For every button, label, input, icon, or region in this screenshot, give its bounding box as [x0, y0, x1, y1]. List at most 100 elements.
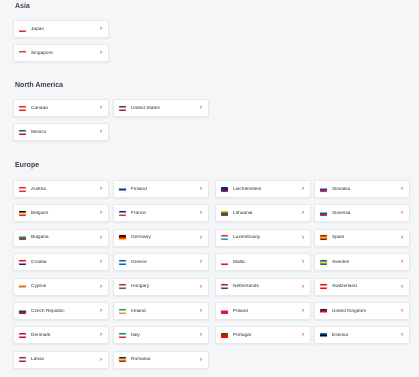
- country-item-belgium[interactable]: Belgium ›: [13, 204, 109, 223]
- country-item-czech-republic[interactable]: Czech Republic ›: [13, 302, 109, 320]
- chevron-right-icon: ›: [200, 259, 202, 266]
- chevron-right-icon: ›: [401, 210, 403, 217]
- chevron-right-icon: ›: [302, 332, 304, 339]
- country-item-poland[interactable]: Poland ›: [215, 302, 311, 320]
- country-item-canada[interactable]: Canada ›: [13, 99, 109, 117]
- country-item-slovenia[interactable]: Slovenia ›: [314, 204, 410, 223]
- malta-flag-icon: [221, 259, 228, 265]
- switzerland-flag-icon: [320, 284, 327, 290]
- italy-flag-icon: [119, 332, 126, 338]
- chevron-right-icon: ›: [302, 259, 304, 266]
- country-item-ireland[interactable]: Ireland ›: [113, 302, 209, 320]
- country-name: Mexico: [31, 129, 47, 135]
- country-name: United Kingdom: [332, 308, 367, 314]
- netherlands-flag-icon: [221, 284, 228, 290]
- canada-flag-icon: [19, 105, 26, 111]
- chevron-right-icon: ›: [100, 210, 102, 217]
- country-item-luxembourg[interactable]: Luxembourg ›: [215, 228, 311, 247]
- country-name: Netherlands: [233, 284, 259, 290]
- country-item-finland[interactable]: Finland ›: [113, 180, 209, 198]
- country-item-united-kingdom[interactable]: United Kingdom ›: [314, 302, 410, 320]
- region-title-europe: Europe: [15, 162, 40, 169]
- country-item-greece[interactable]: Greece ›: [113, 253, 209, 272]
- country-name: Canada: [31, 105, 48, 111]
- liechtenstein-flag-icon: [221, 186, 228, 192]
- poland-flag-icon: [221, 308, 228, 314]
- country-name: Latvia: [31, 357, 44, 363]
- chevron-right-icon: ›: [302, 234, 304, 241]
- country-item-germany[interactable]: Germany ›: [113, 228, 209, 247]
- region-title-north-america: North America: [15, 82, 63, 89]
- country-name: Japan: [31, 26, 45, 32]
- finland-flag-icon: [119, 186, 126, 192]
- country-name: Italy: [131, 332, 140, 338]
- chevron-right-icon: ›: [302, 210, 304, 217]
- country-item-netherlands[interactable]: Netherlands ›: [215, 277, 311, 296]
- country-item-liechtenstein[interactable]: Liechtenstein ›: [215, 180, 311, 198]
- country-name: Austria: [31, 186, 46, 192]
- singapore-flag-icon: [19, 50, 26, 56]
- chevron-right-icon: ›: [200, 332, 202, 339]
- chevron-right-icon: ›: [200, 210, 202, 217]
- country-item-mexico[interactable]: Mexico ›: [13, 123, 109, 142]
- romania-flag-icon: [119, 357, 126, 363]
- chevron-right-icon: ›: [100, 283, 102, 290]
- spain-flag-icon: [320, 235, 327, 241]
- france-flag-icon: [119, 210, 126, 216]
- country-item-singapore[interactable]: Singapore ›: [13, 44, 109, 63]
- country-name: Liechtenstein: [233, 186, 262, 192]
- germany-flag-icon: [119, 235, 126, 241]
- country-item-spain[interactable]: Spain ›: [314, 228, 410, 247]
- country-item-hungary[interactable]: Hungary ›: [113, 277, 209, 296]
- country-item-portugal[interactable]: Portugal ›: [215, 326, 311, 345]
- country-name: Hungary: [131, 284, 150, 290]
- country-item-italy[interactable]: Italy ›: [113, 326, 209, 345]
- chevron-right-icon: ›: [401, 259, 403, 266]
- chevron-right-icon: ›: [100, 105, 102, 111]
- country-item-united-states[interactable]: United States ›: [113, 99, 209, 117]
- country-item-lithuania[interactable]: Lithuania ›: [215, 204, 311, 223]
- united-states-flag-icon: [119, 105, 126, 111]
- chevron-right-icon: ›: [100, 308, 102, 314]
- bulgaria-flag-icon: [19, 235, 26, 241]
- czech-republic-flag-icon: [19, 308, 26, 314]
- country-item-japan[interactable]: Japan ›: [13, 20, 109, 38]
- country-name: Switzerland: [332, 284, 357, 290]
- ireland-flag-icon: [119, 308, 126, 314]
- country-item-slovakia[interactable]: Slovakia ›: [314, 180, 410, 198]
- country-name: Greece: [131, 259, 147, 265]
- country-name: Poland: [233, 308, 248, 314]
- country-name: Cyprus: [31, 284, 47, 290]
- country-item-romania[interactable]: Romania ›: [113, 350, 209, 369]
- chevron-right-icon: ›: [401, 332, 403, 339]
- country-name: Luxembourg: [233, 235, 260, 241]
- country-item-cyprus[interactable]: Cyprus ›: [13, 277, 109, 296]
- country-name: Ireland: [131, 308, 146, 314]
- country-item-france[interactable]: France ›: [113, 204, 209, 223]
- hungary-flag-icon: [119, 284, 126, 290]
- country-item-latvia[interactable]: Latvia ›: [13, 350, 109, 369]
- cyprus-flag-icon: [19, 284, 26, 290]
- country-item-estonia[interactable]: Estonia ›: [314, 326, 410, 345]
- country-item-austria[interactable]: Austria ›: [13, 180, 109, 198]
- country-item-switzerland[interactable]: Switzerland ›: [314, 277, 410, 296]
- region-title-asia: Asia: [15, 3, 30, 10]
- belgium-flag-icon: [19, 210, 26, 216]
- country-item-denmark[interactable]: Denmark ›: [13, 326, 109, 345]
- denmark-flag-icon: [19, 332, 26, 338]
- country-name: Czech Republic: [31, 308, 65, 314]
- country-item-malta[interactable]: Malta ›: [215, 253, 311, 272]
- country-item-croatia[interactable]: Croatia ›: [13, 253, 109, 272]
- country-name: Belgium: [31, 210, 49, 216]
- chevron-right-icon: ›: [100, 356, 102, 363]
- country-item-bulgaria[interactable]: Bulgaria ›: [13, 228, 109, 247]
- chevron-right-icon: ›: [401, 283, 403, 290]
- country-name: Spain: [332, 235, 345, 241]
- country-name: Denmark: [31, 332, 51, 338]
- chevron-right-icon: ›: [100, 332, 102, 339]
- country-item-sweden[interactable]: Sweden ›: [314, 253, 410, 272]
- austria-flag-icon: [19, 186, 26, 192]
- chevron-right-icon: ›: [302, 283, 304, 290]
- chevron-right-icon: ›: [401, 234, 403, 241]
- chevron-right-icon: ›: [401, 186, 403, 192]
